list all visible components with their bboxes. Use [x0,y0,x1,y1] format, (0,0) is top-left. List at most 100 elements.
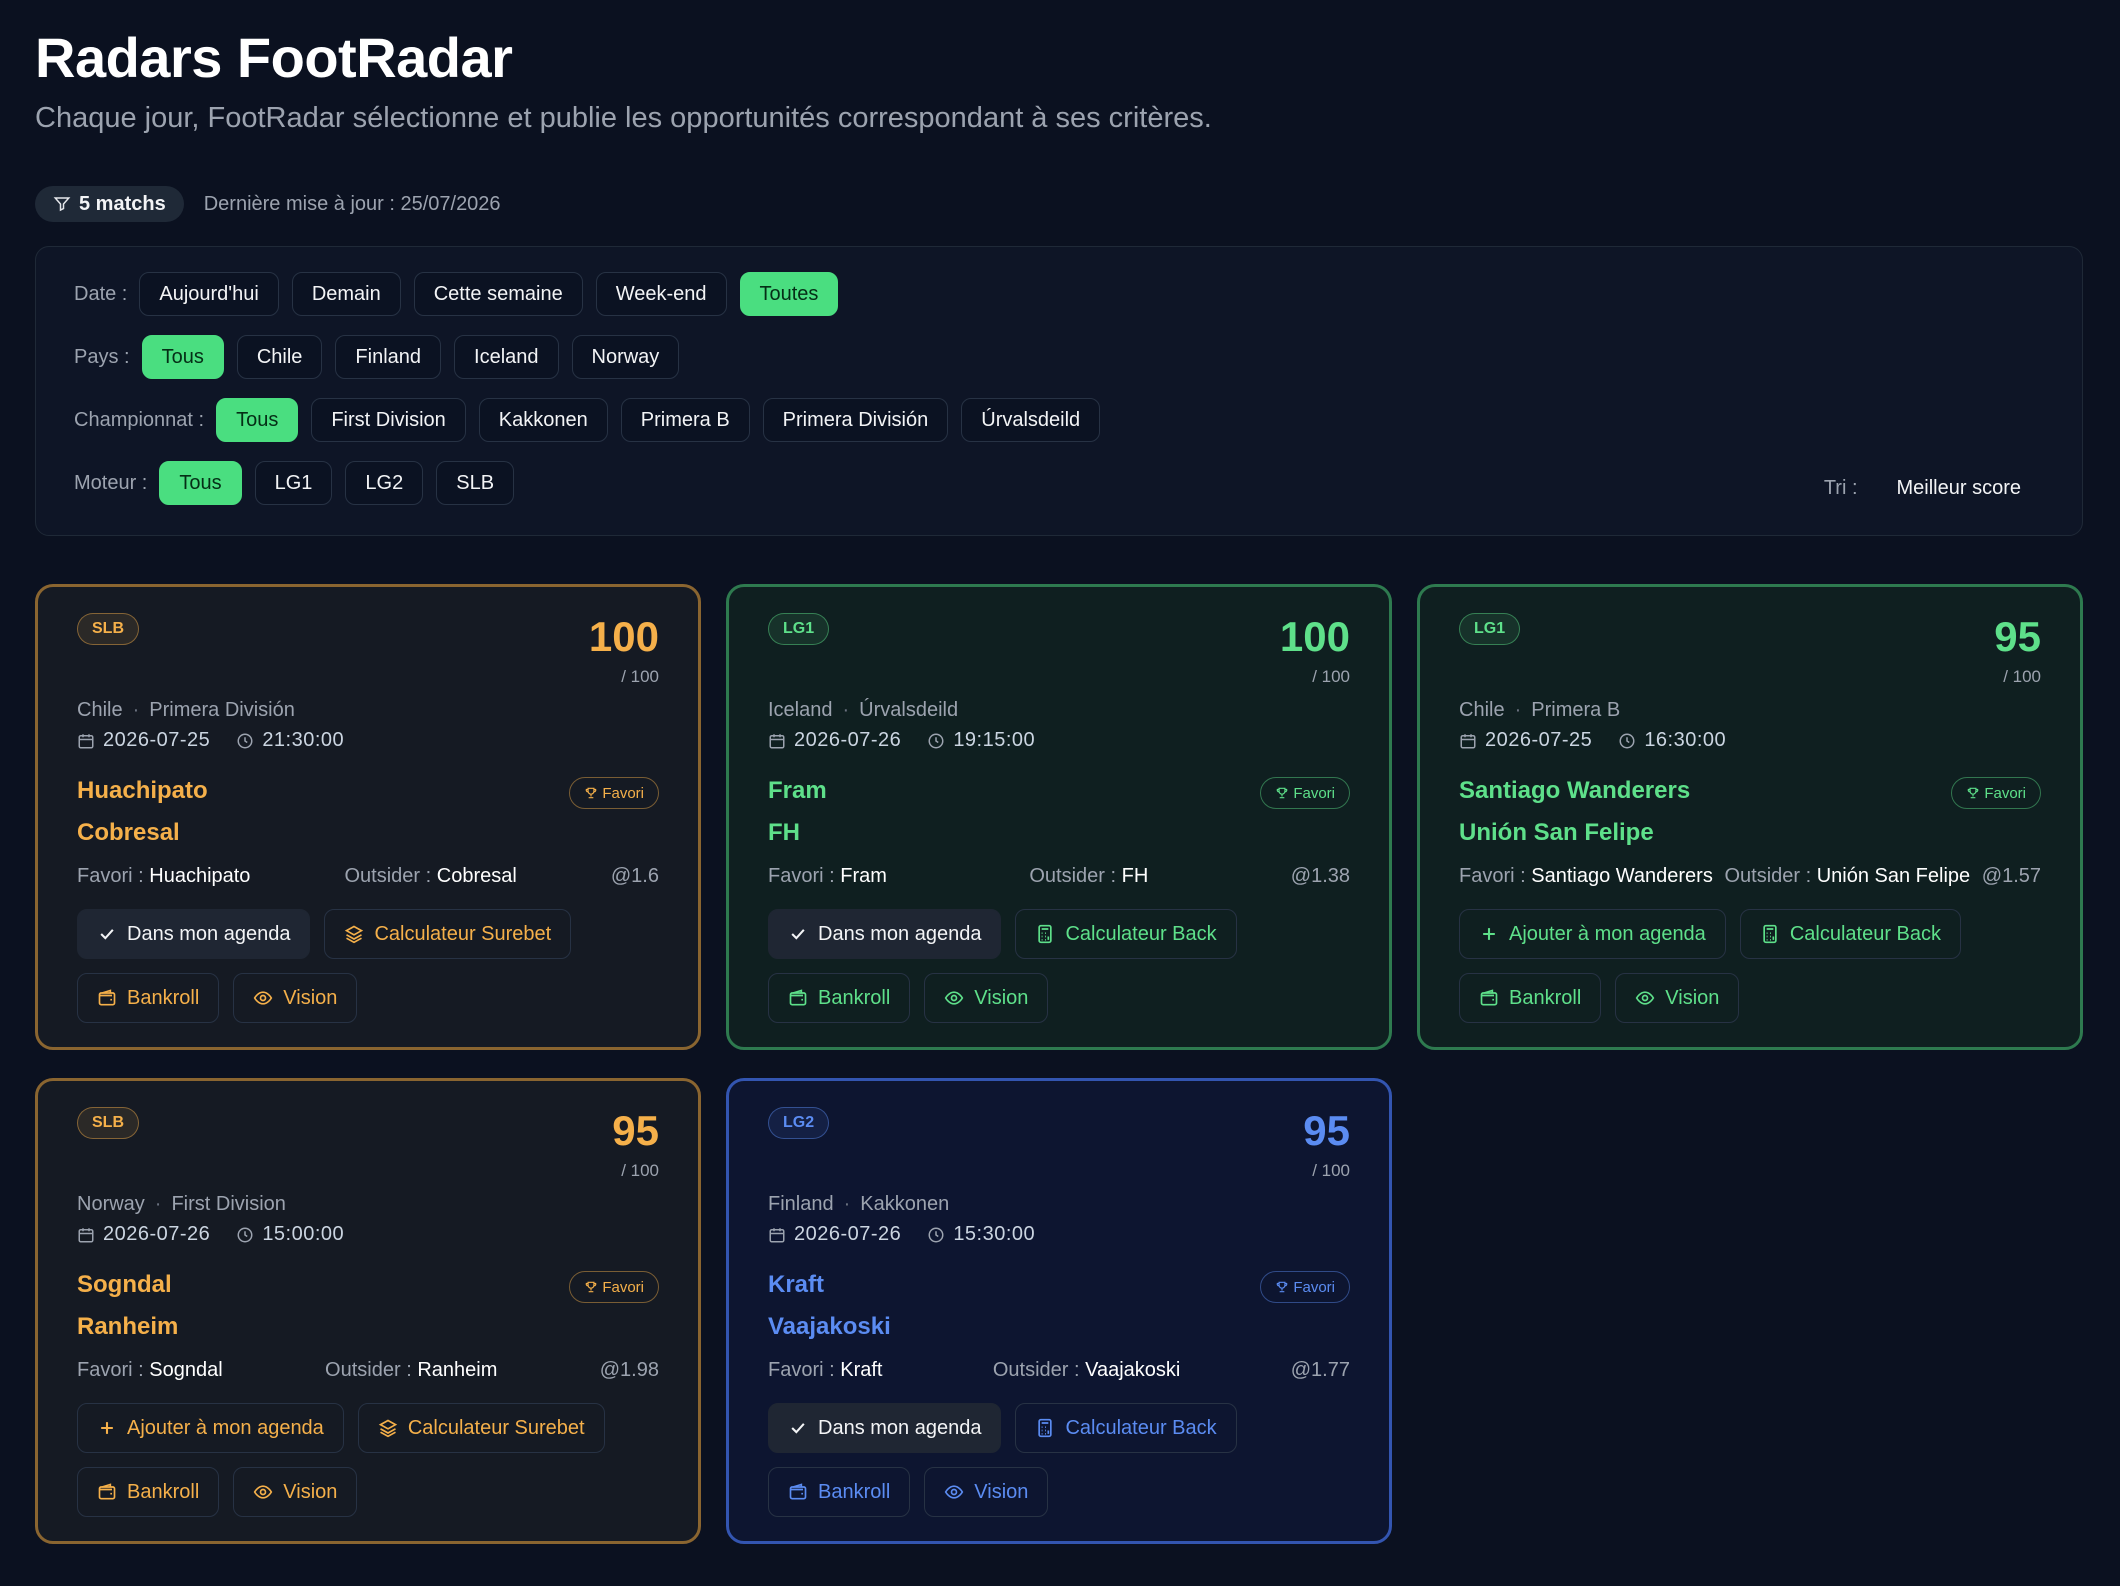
page-subtitle: Chaque jour, FootRadar sélectionne et pu… [35,102,1212,134]
score-max: / 100 [621,1161,659,1180]
check-icon [791,929,805,940]
date-chip-today[interactable]: Aujourd'hui [139,272,279,316]
vision-button[interactable]: Vision [233,1467,358,1517]
kickoff: 2026-07-26 15:00:00 [77,1223,344,1246]
odds: @1.77 [1290,1359,1350,1381]
vision-button[interactable]: Vision [1615,973,1740,1023]
calculator-icon [1763,924,1777,944]
engine-chip-all[interactable]: Tous [159,461,242,505]
calendar-icon [1460,733,1476,748]
vision-button[interactable]: Vision [233,973,358,1023]
favorite-badge: Favori [569,1271,659,1303]
league-chip-primera-b[interactable]: Primera B [620,398,750,442]
card-actions: Ajouter à mon agenda Calculateur Surebet… [77,1403,677,1517]
match-card: LG1 100 / 100 Iceland · Úrvalsdeild 2026… [726,584,1392,1050]
competition: Chile · Primera B [1459,699,1620,722]
plus-icon [1483,928,1495,940]
country-chip-finland[interactable]: Finland [335,335,442,379]
bankroll-button[interactable]: Bankroll [768,1467,911,1517]
score-max: / 100 [621,667,659,686]
pick-row: Favori : Sogndal Outsider : Ranheim @1.9… [77,1359,659,1382]
engine-badge: LG1 [1459,613,1521,645]
league-chip-urvalsdeild[interactable]: Úrvalsdeild [961,398,1101,442]
odds: @1.98 [599,1359,659,1381]
pick-row: Favori : Huachipato Outsider : Cobresal … [77,865,659,888]
time-group: 19:15:00 [927,729,1035,752]
country: Finland [768,1193,834,1215]
bankroll-button[interactable]: Bankroll [1459,973,1602,1023]
calculator-button[interactable]: Calculateur Surebet [357,1403,605,1453]
wallet-icon [98,1483,116,1500]
separator-dot: · [843,1193,851,1215]
home-team: Kraft [768,1271,825,1298]
calendar-icon [78,1227,94,1242]
favorite-badge: Favori [569,777,659,809]
favorite-team: Fram [840,865,887,887]
vision-button-label: Vision [283,1480,338,1503]
outsider-info: Outsider : Unión San Felipe [1724,865,1970,888]
calculator-button[interactable]: Calculateur Back [1739,909,1961,959]
score: 95 / 100 [1994,613,2041,687]
pick-row: Favori : Fram Outsider : FH @1.38 [768,865,1350,888]
score-value: 95 [612,1107,659,1154]
bankroll-button-label: Bankroll [127,986,200,1009]
date-chip-week[interactable]: Cette semaine [413,272,583,316]
engine-chip-lg1[interactable]: LG1 [254,461,333,505]
vision-button-label: Vision [974,986,1029,1009]
match-date: 2026-07-26 [103,1223,211,1245]
vision-button[interactable]: Vision [924,1467,1049,1517]
calculator-button[interactable]: Calculateur Back [1015,909,1237,959]
calculator-button[interactable]: Calculateur Surebet [324,909,572,959]
outsider-info: Outsider : Vaajakoski [993,1359,1181,1382]
country-chip-all[interactable]: Tous [141,335,224,379]
outsider-team: Ranheim [417,1359,498,1381]
favorite-label: Favori : [1459,865,1526,887]
layers-icon [378,1419,398,1438]
agenda-button[interactable]: Ajouter à mon agenda [1459,909,1726,959]
league-chip-first-division[interactable]: First Division [311,398,466,442]
favorite-info: Favori : Fram [768,865,887,888]
bankroll-button[interactable]: Bankroll [77,1467,220,1517]
country-chip-iceland[interactable]: Iceland [454,335,559,379]
favorite-badge: Favori [1260,777,1350,809]
vision-button[interactable]: Vision [924,973,1049,1023]
odds: @1.6 [610,865,659,887]
favorite-info: Favori : Kraft [768,1359,883,1382]
bankroll-button[interactable]: Bankroll [768,973,911,1023]
country: Iceland [768,699,833,721]
agenda-button[interactable]: Dans mon agenda [768,909,1002,959]
sort-select[interactable]: Meilleur score [1878,477,2040,500]
match-count-badge: 5 matchs [35,186,184,222]
clock-icon [237,733,253,748]
outsider-team: Vaajakoski [1085,1359,1181,1381]
league-chip-all[interactable]: Tous [216,398,299,442]
league-filter-row: Championnat : Tous First Division Kakkon… [74,397,2044,443]
agenda-button-label: Ajouter à mon agenda [127,1416,324,1439]
engine-chip-slb[interactable]: SLB [436,461,515,505]
league-chip-primera-division[interactable]: Primera División [762,398,949,442]
outsider-info: Outsider : Cobresal [345,865,517,888]
bankroll-button[interactable]: Bankroll [77,973,220,1023]
clock-icon [1619,733,1635,748]
date-filter-row: Date : Aujourd'hui Demain Cette semaine … [74,271,2044,317]
date-chip-tomorrow[interactable]: Demain [291,272,401,316]
calculator-button[interactable]: Calculateur Back [1015,1403,1237,1453]
engine-chip-lg2[interactable]: LG2 [345,461,424,505]
date-chip-all[interactable]: Toutes [739,272,839,316]
agenda-button[interactable]: Ajouter à mon agenda [77,1403,344,1453]
league-chip-kakkonen[interactable]: Kakkonen [478,398,608,442]
country-chip-norway[interactable]: Norway [571,335,680,379]
bankroll-button-label: Bankroll [127,1480,200,1503]
card-actions: Dans mon agenda Calculateur Surebet Bank… [77,909,677,1023]
eye-icon [944,991,964,1005]
date-chip-weekend[interactable]: Week-end [595,272,727,316]
agenda-button[interactable]: Dans mon agenda [768,1403,1002,1453]
calculator-icon [1038,1418,1053,1438]
competition: Chile · Primera División [77,699,295,722]
country: Chile [1459,699,1505,721]
country-chip-chile[interactable]: Chile [236,335,323,379]
home-team: Huachipato [77,777,208,804]
odds: @1.38 [1290,865,1350,887]
bankroll-button-label: Bankroll [818,986,891,1009]
agenda-button[interactable]: Dans mon agenda [77,909,311,959]
